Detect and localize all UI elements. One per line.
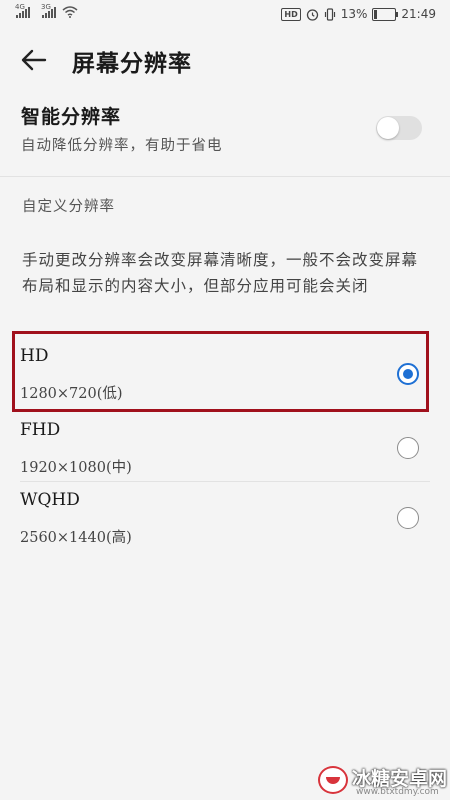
option-wqhd[interactable]: WQHD 2560×1440(高) (0, 482, 450, 552)
hd-badge: HD (281, 7, 301, 21)
smart-resolution-title: 智能分辨率 (21, 106, 122, 128)
option-name: HD (20, 346, 49, 366)
option-resolution: 1280×720(低) (20, 386, 123, 402)
battery-icon (372, 7, 399, 21)
option-resolution: 1920×1080(中) (20, 460, 132, 476)
page-title: 屏幕分辨率 (72, 50, 192, 77)
watermark: 冰糖安卓网 www.btxtdmy.com (318, 762, 450, 800)
option-resolution: 2560×1440(高) (20, 530, 132, 546)
alarm-icon (306, 8, 318, 21)
option-fhd-radio[interactable] (397, 437, 419, 459)
section-divider (0, 176, 450, 177)
sim2-network-type: 3G (41, 3, 51, 11)
vibrate-icon (324, 7, 335, 21)
smart-resolution-subtitle: 自动降低分辨率，有助于省电 (21, 138, 223, 154)
signal-icon-sim2: 3G (41, 3, 56, 18)
smart-resolution-toggle[interactable] (376, 116, 422, 140)
clock: 21:49 (401, 7, 436, 21)
app-bar: 屏幕分辨率 (0, 32, 450, 88)
toggle-knob (377, 117, 399, 139)
option-hd[interactable]: HD 1280×720(低) (0, 338, 450, 408)
status-bar: 4G 3G HD 13% 21:49 (0, 0, 450, 32)
custom-resolution-header: 自定义分辨率 (22, 199, 115, 215)
option-name: WQHD (20, 490, 80, 510)
option-wqhd-radio[interactable] (397, 507, 419, 529)
watermark-logo-icon (318, 766, 348, 794)
smart-resolution-row[interactable]: 智能分辨率 自动降低分辨率，有助于省电 (0, 96, 450, 166)
option-hd-radio[interactable] (397, 363, 419, 385)
option-fhd[interactable]: FHD 1920×1080(中) (0, 412, 450, 482)
option-name: FHD (20, 420, 61, 440)
sim1-network-type: 4G (15, 3, 25, 11)
signal-icon-sim1: 4G (15, 3, 30, 18)
battery-percent: 13% (340, 7, 368, 21)
back-arrow-icon[interactable] (20, 46, 48, 74)
wifi-icon (62, 6, 78, 18)
watermark-url: www.btxtdmy.com (356, 787, 439, 797)
custom-resolution-description: 手动更改分辨率会改变屏幕清晰度，一般不会改变屏幕布局和显示的内容大小，但部分应用… (22, 251, 419, 295)
